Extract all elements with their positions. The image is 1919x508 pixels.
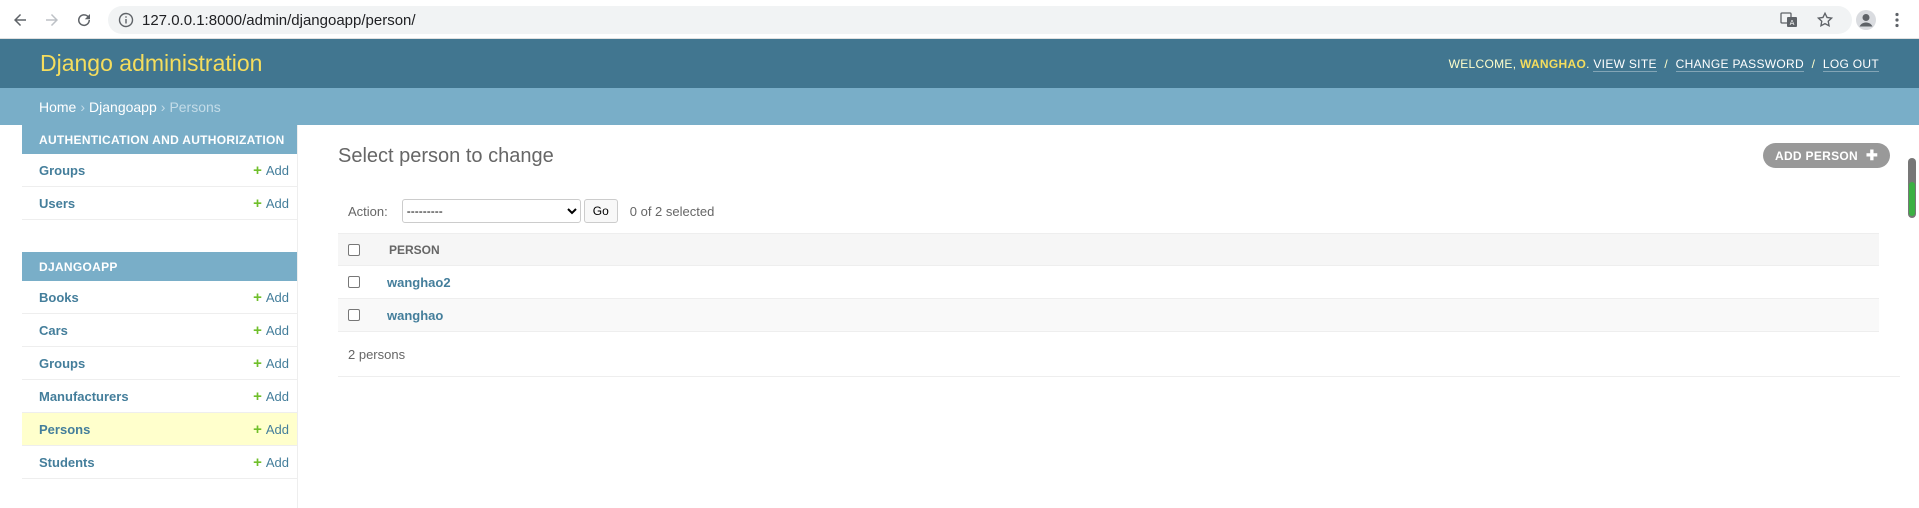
page-title: Select person to change (338, 145, 554, 167)
person-link[interactable]: wanghao2 (387, 275, 451, 290)
add-persons-link[interactable]: + Add (253, 421, 289, 438)
reload-icon[interactable] (72, 8, 96, 32)
sidebar-item-persons: Persons + Add (22, 413, 297, 446)
breadcrumb: Home › Djangoapp › Persons (0, 88, 1919, 125)
sidebar-item-cars: Cars + Add (22, 314, 297, 347)
add-app-groups-link[interactable]: + Add (253, 355, 289, 372)
sidebar-item-label[interactable]: Students (39, 455, 95, 470)
sidebar-item-label[interactable]: Users (39, 196, 75, 211)
person-link[interactable]: wanghao (387, 308, 443, 323)
browser-menu-icon[interactable] (1885, 8, 1909, 32)
forward-icon[interactable] (40, 8, 64, 32)
site-info-icon[interactable] (118, 12, 134, 28)
module-caption-djangoapp[interactable]: DJANGOAPP (22, 252, 297, 281)
column-header-person[interactable]: PERSON (389, 243, 440, 257)
separator: / (1664, 56, 1669, 71)
breadcrumb-separator: › (160, 98, 166, 115)
add-manufacturers-link[interactable]: + Add (253, 388, 289, 405)
back-icon[interactable] (8, 8, 32, 32)
sidebar-item-label[interactable]: Persons (39, 422, 90, 437)
add-students-link[interactable]: + Add (253, 454, 289, 471)
sidebar-item-label[interactable]: Groups (39, 356, 85, 371)
add-users-link[interactable]: + Add (253, 195, 289, 212)
sidebar-item-books: Books + Add (22, 281, 297, 314)
breadcrumb-separator: › (80, 98, 86, 115)
change-password-link[interactable]: CHANGE PASSWORD (1675, 56, 1804, 72)
site-branding[interactable]: Django administration (40, 50, 262, 77)
plus-icon: + (253, 161, 262, 179)
add-label: Add (265, 355, 289, 371)
address-bar[interactable]: 127.0.0.1:8000/admin/djangoapp/person/ A (108, 6, 1852, 34)
row-checkbox[interactable] (348, 309, 360, 321)
sidebar-item-app-groups: Groups + Add (22, 347, 297, 380)
plus-icon: + (253, 288, 262, 306)
table-row: wanghao (338, 299, 1879, 332)
nav-sidebar: AUTHENTICATION AND AUTHORIZATION Groups … (22, 125, 298, 508)
welcome-text: WELCOME, (1448, 56, 1517, 71)
add-label: Add (265, 195, 289, 211)
scrollbar-thumb[interactable] (1909, 182, 1915, 216)
plus-icon: + (253, 453, 262, 471)
svg-text:A: A (1790, 19, 1795, 27)
actions-bar: Action: --------- Go 0 of 2 selected (348, 199, 714, 223)
add-label: Add (265, 289, 289, 305)
add-label: Add (265, 421, 289, 437)
sidebar-item-label[interactable]: Manufacturers (39, 389, 129, 404)
module-caption-auth[interactable]: AUTHENTICATION AND AUTHORIZATION (22, 125, 297, 154)
view-site-link[interactable]: VIEW SITE (1593, 56, 1657, 72)
sidebar-item-manufacturers: Manufacturers + Add (22, 380, 297, 413)
row-checkbox[interactable] (348, 276, 360, 288)
username: WANGHAO (1519, 56, 1587, 71)
sidebar-item-label[interactable]: Groups (39, 163, 85, 178)
breadcrumb-app[interactable]: Djangoapp (89, 99, 157, 115)
selection-counter: 0 of 2 selected (629, 203, 715, 219)
breadcrumb-current: Persons (169, 98, 221, 115)
table-header: PERSON (338, 233, 1879, 266)
add-label: Add (265, 388, 289, 404)
add-person-label: ADD PERSON (1775, 148, 1859, 163)
add-books-link[interactable]: + Add (253, 289, 289, 306)
plus-icon: + (253, 387, 262, 405)
add-label: Add (265, 454, 289, 470)
add-label: Add (265, 322, 289, 338)
user-tools: WELCOME, WANGHAO. VIEW SITE / CHANGE PAS… (1448, 56, 1879, 72)
go-button[interactable]: Go (583, 199, 618, 223)
table-row: wanghao2 (338, 266, 1879, 299)
breadcrumb-home[interactable]: Home (39, 99, 76, 115)
admin-header: Django administration WELCOME, WANGHAO. … (0, 39, 1919, 88)
sidebar-item-label[interactable]: Cars (39, 323, 68, 338)
paginator: 2 persons (338, 333, 1900, 377)
plus-icon: ✚ (1866, 147, 1879, 163)
url-text: 127.0.0.1:8000/admin/djangoapp/person/ (142, 11, 416, 29)
add-cars-link[interactable]: + Add (253, 322, 289, 339)
add-label: Add (265, 162, 289, 178)
sidebar-item-groups: Groups + Add (22, 154, 297, 187)
sidebar-item-students: Students + Add (22, 446, 297, 479)
bookmark-star-icon[interactable] (1816, 6, 1834, 34)
plus-icon: + (253, 321, 262, 339)
plus-icon: + (253, 354, 262, 372)
browser-toolbar: 127.0.0.1:8000/admin/djangoapp/person/ A (0, 0, 1919, 39)
log-out-link[interactable]: LOG OUT (1822, 56, 1879, 72)
translate-icon[interactable]: A (1780, 6, 1798, 34)
sidebar-item-users: Users + Add (22, 187, 297, 220)
add-person-button[interactable]: ADD PERSON ✚ (1763, 143, 1891, 168)
separator: / (1811, 56, 1816, 71)
add-groups-link[interactable]: + Add (253, 162, 289, 179)
sidebar-item-label[interactable]: Books (39, 290, 79, 305)
plus-icon: + (253, 194, 262, 212)
profile-avatar-icon[interactable] (1854, 8, 1878, 32)
action-select[interactable]: --------- (401, 199, 581, 223)
plus-icon: + (253, 420, 262, 438)
select-all-checkbox[interactable] (348, 243, 360, 256)
action-label: Action: (348, 203, 388, 219)
result-list: PERSON wanghao2 wanghao (338, 233, 1879, 332)
